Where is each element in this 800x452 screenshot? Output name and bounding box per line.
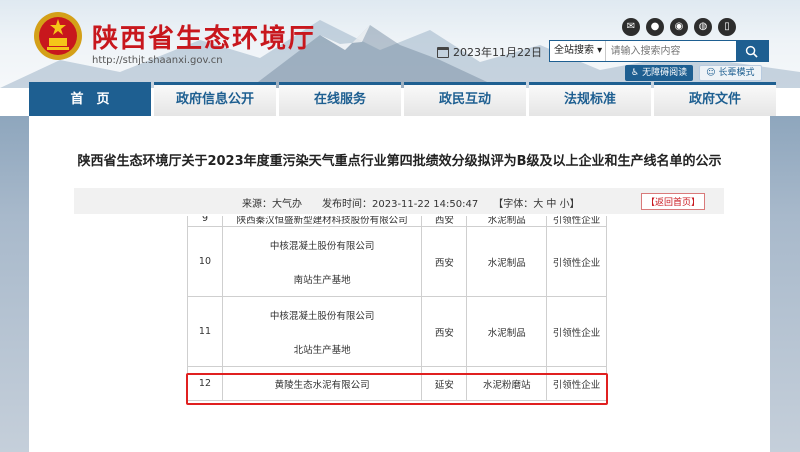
message-icon[interactable]: ●	[646, 18, 664, 36]
accessible-reading-button[interactable]: ♿ 无障碍阅读	[625, 65, 694, 81]
search-bar: 全站搜索 ▾	[549, 40, 769, 62]
elder-icon: ☺	[706, 68, 716, 78]
table-row: 10 中核混凝土股份有限公司 南站生产基地 西安 水泥制品 引领性企业	[187, 226, 607, 297]
cell-city: 西安	[421, 296, 468, 367]
weibo-icon[interactable]: ◉	[670, 18, 688, 36]
cell-city: 西安	[421, 216, 468, 227]
back-home-button[interactable]: 【返回首页】	[641, 193, 706, 210]
article-meta: 来源：大气办 发布时间：2023-11-22 14:50:47 【字体：大 中 …	[242, 199, 580, 210]
article-title: 陕西省生态环境厅关于2023年度重污染天气重点行业第四批绩效分级拟评为B级及以上…	[77, 154, 722, 169]
site-url: http://sthjt.shaanxi.gov.cn	[92, 55, 223, 66]
nav-online-service[interactable]: 在线服务	[279, 82, 401, 116]
wechat-icon[interactable]: ◍	[694, 18, 712, 36]
cell-product: 水泥制品	[466, 226, 548, 297]
mail-icon[interactable]: ✉	[622, 18, 640, 36]
cell-company: 陕西秦汉恒盛新型建材科技股份有限公司	[221, 216, 423, 227]
date-text: 2023年11月22日	[453, 46, 542, 59]
cell-level: 引领性企业	[546, 296, 607, 367]
search-input[interactable]	[605, 41, 736, 61]
table-row: 11 中核混凝土股份有限公司 北站生产基地 西安 水泥制品 引领性企业	[187, 296, 607, 367]
cell-city: 西安	[421, 226, 468, 297]
search-icon	[746, 45, 758, 58]
nav-interaction[interactable]: 政民互动	[404, 82, 526, 116]
site-title[interactable]: 陕西省生态环境厅	[92, 18, 316, 55]
cell-level: 引领性企业	[546, 216, 607, 227]
result-table-viewport: 9 陕西秦汉恒盛新型建材科技股份有限公司 西安 水泥制品 引领性企业 10 中核…	[187, 216, 607, 452]
main-nav: 首 页 政府信息公开 在线服务 政民互动 法规标准 政府文件	[0, 82, 800, 116]
cell-company: 中核混凝土股份有限公司 北站生产基地	[221, 296, 423, 367]
calendar-icon	[437, 46, 449, 58]
cell-company: 中核混凝土股份有限公司 南站生产基地	[221, 226, 423, 297]
social-icons: ✉ ● ◉ ◍ ▯	[622, 18, 736, 36]
accessibility-buttons: ♿ 无障碍阅读 ☺ 长辈模式	[625, 65, 762, 81]
cell-no: 9	[187, 216, 223, 227]
site-header: 陕西省生态环境厅 http://sthjt.shaanxi.gov.cn ✉ ●…	[0, 0, 800, 88]
search-scope-select[interactable]: 全站搜索 ▾	[550, 41, 606, 61]
accessibility-icon: ♿	[631, 68, 640, 78]
cell-product: 水泥制品	[466, 296, 548, 367]
nav-gov-info[interactable]: 政府信息公开	[154, 82, 276, 116]
search-button[interactable]	[735, 41, 768, 61]
cell-product: 水泥制品	[466, 216, 548, 227]
article-meta-bar: 来源：大气办 发布时间：2023-11-22 14:50:47 【字体：大 中 …	[74, 188, 724, 214]
current-date: 2023年11月22日	[437, 44, 542, 60]
national-emblem-icon	[34, 12, 82, 60]
cell-level: 引领性企业	[546, 226, 607, 297]
elder-mode-button[interactable]: ☺ 长辈模式	[699, 65, 762, 81]
nav-regulations[interactable]: 法规标准	[529, 82, 651, 116]
cell-no: 11	[187, 296, 223, 367]
nav-gov-documents[interactable]: 政府文件	[654, 82, 776, 116]
mobile-icon[interactable]: ▯	[718, 18, 736, 36]
cell-no: 10	[187, 226, 223, 297]
table-row: 9 陕西秦汉恒盛新型建材科技股份有限公司 西安 水泥制品 引领性企业	[187, 216, 607, 227]
row-highlight-box	[186, 373, 608, 405]
nav-home[interactable]: 首 页	[29, 82, 151, 116]
